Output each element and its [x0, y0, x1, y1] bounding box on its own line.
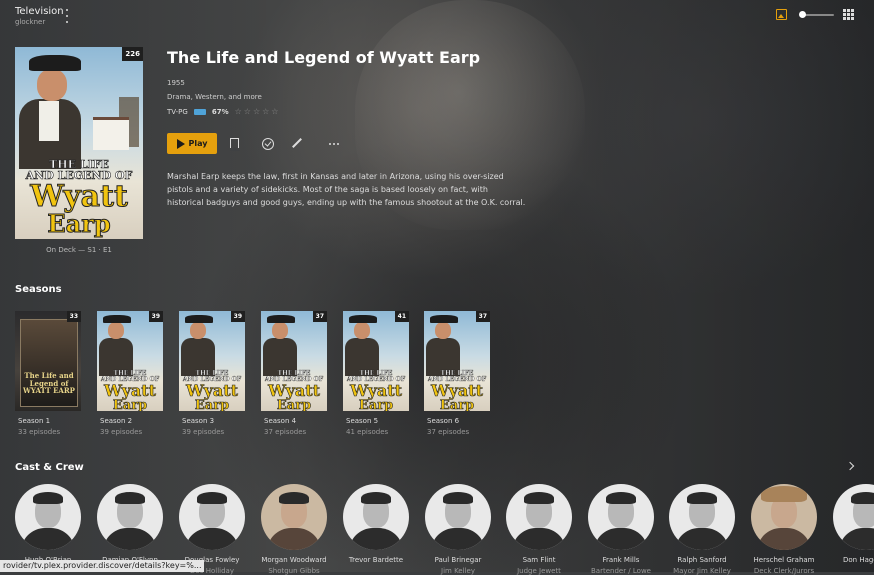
- play-button[interactable]: Play: [167, 133, 217, 154]
- more-options-icon[interactable]: [329, 143, 341, 145]
- show-summary: Marshal Earp keeps the law, first in Kan…: [167, 172, 526, 207]
- cast-role: Jim Kelley: [441, 567, 475, 575]
- episode-count-badge: 37: [312, 311, 327, 322]
- cast-member[interactable]: Sam Flint Judge Jewett: [499, 484, 579, 575]
- cast-name[interactable]: Don Hagg: [826, 556, 874, 564]
- cast-name[interactable]: Sam Flint: [499, 556, 579, 564]
- show-title: The Life and Legend of Wyatt Earp: [167, 48, 481, 67]
- star-icon[interactable]: ☆: [235, 107, 242, 116]
- cast-name[interactable]: Ralph Sanford: [662, 556, 742, 564]
- season-poster[interactable]: THE LIFE AND LEGEND OF Wyatt Earp 39: [179, 311, 245, 411]
- avatar[interactable]: [179, 484, 245, 550]
- cast-name[interactable]: Paul Brinegar: [418, 556, 498, 564]
- audience-rating-icon: [193, 108, 206, 115]
- library-more-icon[interactable]: [62, 9, 72, 23]
- star-icon[interactable]: ☆: [244, 107, 251, 116]
- cast-role: Judge Jewett: [517, 567, 561, 575]
- season-episode-count: 39 episodes: [100, 428, 143, 436]
- season-poster[interactable]: THE LIFE AND LEGEND OF Wyatt Earp 41: [343, 311, 409, 411]
- avatar[interactable]: [751, 484, 817, 550]
- cast-name[interactable]: Herschel Graham: [744, 556, 824, 564]
- episode-count-badge: 41: [394, 311, 409, 322]
- mark-watched-icon[interactable]: [262, 138, 274, 150]
- cast-role: Deck Clerk/Jurors: [753, 567, 815, 575]
- season-card[interactable]: The Life and Legend of WYATT EARP 33 Sea…: [15, 311, 81, 436]
- server-name: glockner: [15, 18, 46, 26]
- episode-count-badge: 33: [66, 311, 81, 322]
- episode-count-badge: 39: [230, 311, 245, 322]
- avatar[interactable]: [343, 484, 409, 550]
- slider-knob[interactable]: [799, 11, 806, 18]
- avatar[interactable]: [588, 484, 654, 550]
- season-episode-count: 33 episodes: [18, 428, 61, 436]
- library-title[interactable]: Television: [15, 6, 64, 17]
- season-card[interactable]: THE LIFE AND LEGEND OF Wyatt Earp 39 Seaso…: [179, 311, 245, 436]
- season-card[interactable]: THE LIFE AND LEGEND OF Wyatt Earp 37 Seaso…: [261, 311, 327, 436]
- image-view-icon[interactable]: [776, 9, 787, 20]
- star-icon[interactable]: ☆: [262, 107, 269, 116]
- cast-role: Bartender / Lowe: [591, 567, 651, 575]
- show-meta: TV-PG 67% ☆ ☆ ☆ ☆ ☆: [167, 107, 278, 116]
- season-episode-count: 39 episodes: [182, 428, 225, 436]
- season-name[interactable]: Season 6: [424, 417, 490, 425]
- cast-member[interactable]: Don Hagg: [826, 484, 874, 567]
- show-poster[interactable]: THE LIFE AND LEGEND OF Wyatt Earp 226: [15, 47, 143, 239]
- play-icon: [176, 138, 185, 149]
- poster-size-slider[interactable]: [799, 11, 834, 18]
- season-name[interactable]: Season 4: [261, 417, 327, 425]
- cast-member[interactable]: Ralph Sanford Mayor Jim Kelley: [662, 484, 742, 575]
- user-rating-stars[interactable]: ☆ ☆ ☆ ☆ ☆: [235, 107, 279, 116]
- link-status-bar: rovider/tv.plex.provider.discover/detail…: [0, 560, 205, 572]
- star-icon[interactable]: ☆: [253, 107, 260, 116]
- cast-member[interactable]: Hugh O'Brian: [8, 484, 88, 567]
- grid-view-icon[interactable]: [843, 9, 854, 20]
- episode-count-badge: 37: [475, 311, 490, 322]
- cast-member[interactable]: Paul Brinegar Jim Kelley: [418, 484, 498, 575]
- season-card[interactable]: THE LIFE AND LEGEND OF Wyatt Earp 41 Seaso…: [343, 311, 409, 436]
- cast-name[interactable]: Frank Mills: [581, 556, 661, 564]
- cast-member[interactable]: Morgan Woodward Shotgun Gibbs: [254, 484, 334, 575]
- season-name[interactable]: Season 1: [15, 417, 81, 425]
- audience-score: 67%: [211, 107, 229, 116]
- season-poster[interactable]: The Life and Legend of WYATT EARP 33: [15, 311, 81, 411]
- avatar[interactable]: [833, 484, 874, 550]
- watchlist-icon[interactable]: [229, 138, 240, 151]
- season-name[interactable]: Season 5: [343, 417, 409, 425]
- star-icon[interactable]: ☆: [271, 107, 278, 116]
- season-name[interactable]: Season 3: [179, 417, 245, 425]
- episode-count-badge: 39: [148, 311, 163, 322]
- show-year: 1955: [167, 79, 185, 87]
- seasons-heading[interactable]: Seasons: [15, 284, 62, 295]
- season-episode-count: 37 episodes: [264, 428, 307, 436]
- episode-count-badge: 226: [122, 47, 143, 61]
- season-episode-count: 37 episodes: [427, 428, 470, 436]
- content-rating: TV-PG: [167, 107, 188, 116]
- on-deck-label[interactable]: On Deck — S1 · E1: [15, 246, 143, 254]
- season-poster[interactable]: THE LIFE AND LEGEND OF Wyatt Earp 37: [261, 311, 327, 411]
- poster-logo: THE LIFE AND LEGEND OF Wyatt Earp: [25, 158, 133, 238]
- cast-role: Mayor Jim Kelley: [673, 567, 731, 575]
- avatar[interactable]: [425, 484, 491, 550]
- season-card[interactable]: THE LIFE AND LEGEND OF Wyatt Earp 39 Seaso…: [97, 311, 163, 436]
- avatar[interactable]: [261, 484, 327, 550]
- cast-member[interactable]: Frank Mills Bartender / Lowe: [581, 484, 661, 575]
- avatar[interactable]: [669, 484, 735, 550]
- action-bar: Play: [167, 133, 217, 154]
- cast-crew-heading[interactable]: Cast & Crew: [15, 462, 84, 473]
- avatar[interactable]: [15, 484, 81, 550]
- season-card[interactable]: THE LIFE AND LEGEND OF Wyatt Earp 37 Seaso…: [424, 311, 490, 436]
- avatar[interactable]: [506, 484, 572, 550]
- season-poster[interactable]: THE LIFE AND LEGEND OF Wyatt Earp 37: [424, 311, 490, 411]
- cast-role: Shotgun Gibbs: [268, 567, 320, 575]
- season-name[interactable]: Season 2: [97, 417, 163, 425]
- cast-member[interactable]: Damian O'Flynn: [90, 484, 170, 567]
- cast-name[interactable]: Morgan Woodward: [254, 556, 334, 564]
- cast-member[interactable]: Trevor Bardette: [336, 484, 416, 567]
- season-episode-count: 41 episodes: [346, 428, 389, 436]
- cast-name[interactable]: Trevor Bardette: [336, 556, 416, 564]
- cast-member[interactable]: Herschel Graham Deck Clerk/Jurors: [744, 484, 824, 575]
- season-poster[interactable]: THE LIFE AND LEGEND OF Wyatt Earp 39: [97, 311, 163, 411]
- show-genres: Drama, Western, and more: [167, 93, 262, 101]
- avatar[interactable]: [97, 484, 163, 550]
